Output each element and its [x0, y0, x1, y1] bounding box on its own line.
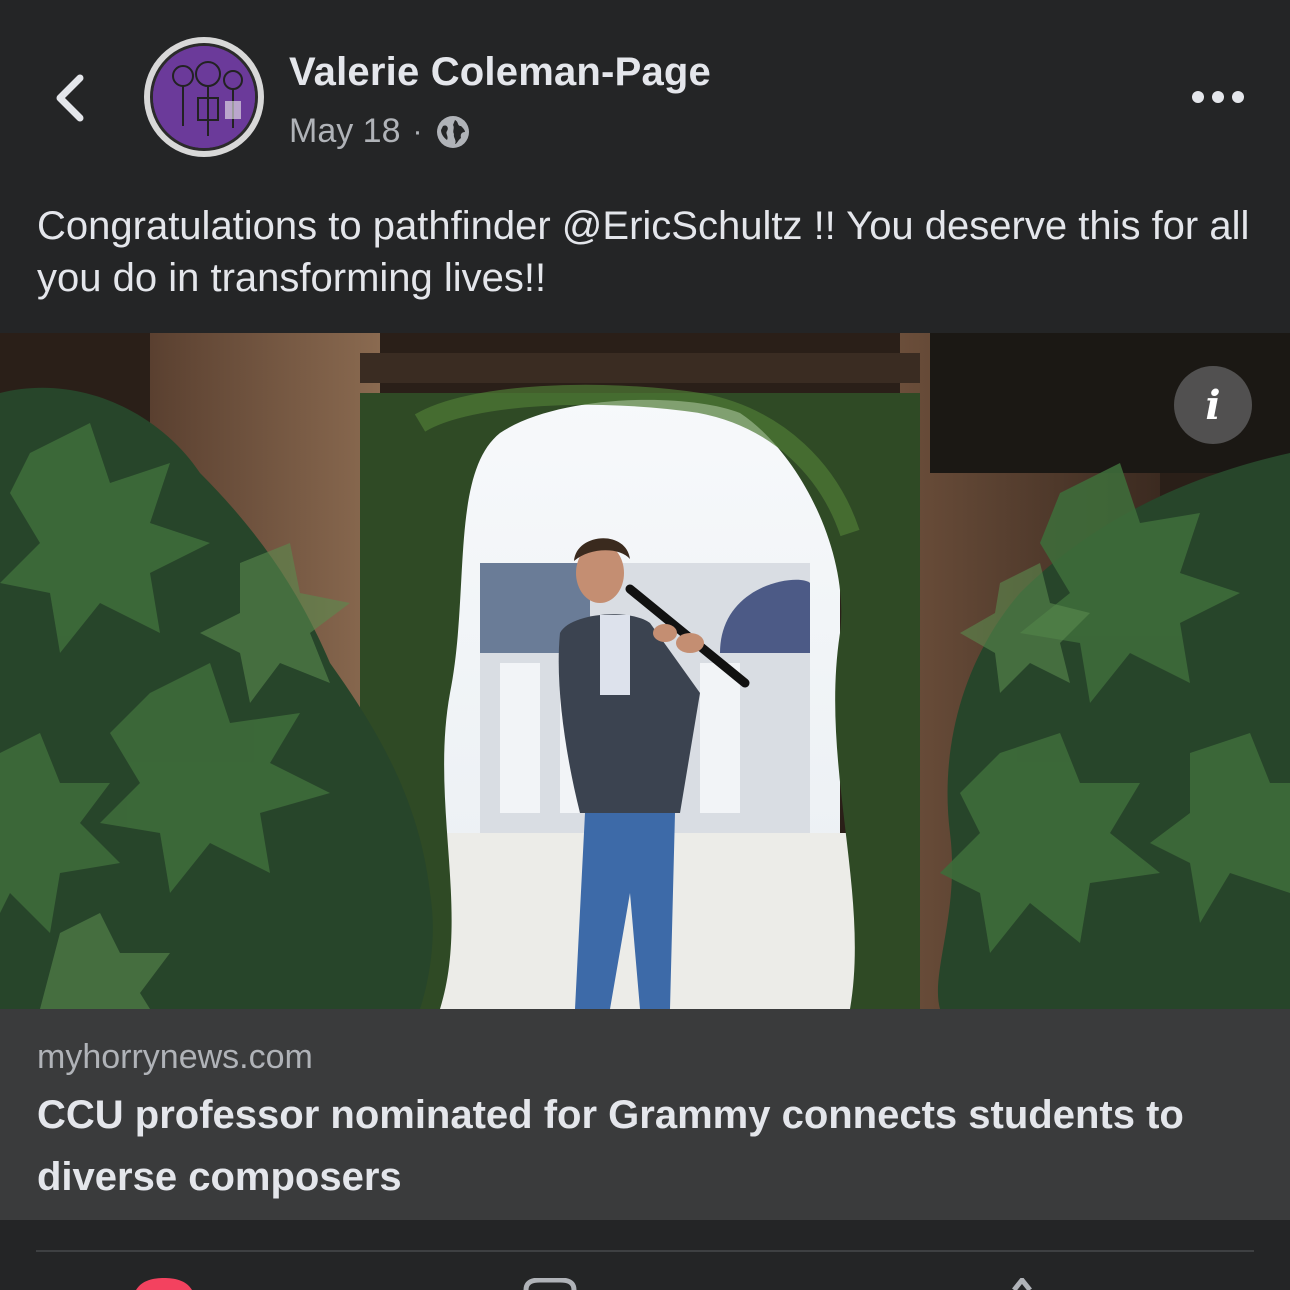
link-preview-image[interactable] [0, 333, 1290, 1009]
like-reaction-icon[interactable] [136, 1278, 192, 1290]
comment-icon[interactable] [522, 1278, 578, 1290]
post-page: Valerie Coleman-Page May 18 · Congratula… [0, 0, 1290, 1290]
link-domain: myhorrynews.com [37, 1038, 313, 1076]
post-text: Congratulations to pathfinder @EricSchul… [37, 204, 1250, 300]
info-icon: i [1205, 381, 1221, 429]
chevron-left-icon [56, 74, 84, 122]
author-name[interactable]: Valerie Coleman-Page [289, 50, 711, 95]
photo-illustration [0, 333, 1290, 1009]
post-date[interactable]: May 18 [289, 112, 401, 151]
divider [36, 1250, 1254, 1252]
more-dot [1232, 91, 1244, 103]
share-icon[interactable] [1008, 1278, 1048, 1290]
back-button[interactable] [40, 62, 100, 134]
avatar[interactable] [144, 37, 264, 157]
link-title[interactable]: CCU professor nominated for Grammy conne… [37, 1084, 1267, 1208]
info-button[interactable]: i [1174, 366, 1252, 444]
avatar-image [150, 43, 258, 151]
post-meta: May 18 · [289, 112, 471, 151]
more-horizontal-icon [1192, 91, 1204, 103]
more-dot [1212, 91, 1224, 103]
meta-separator: · [412, 114, 423, 148]
globe-icon [436, 115, 469, 148]
more-options-button[interactable] [1186, 80, 1250, 114]
